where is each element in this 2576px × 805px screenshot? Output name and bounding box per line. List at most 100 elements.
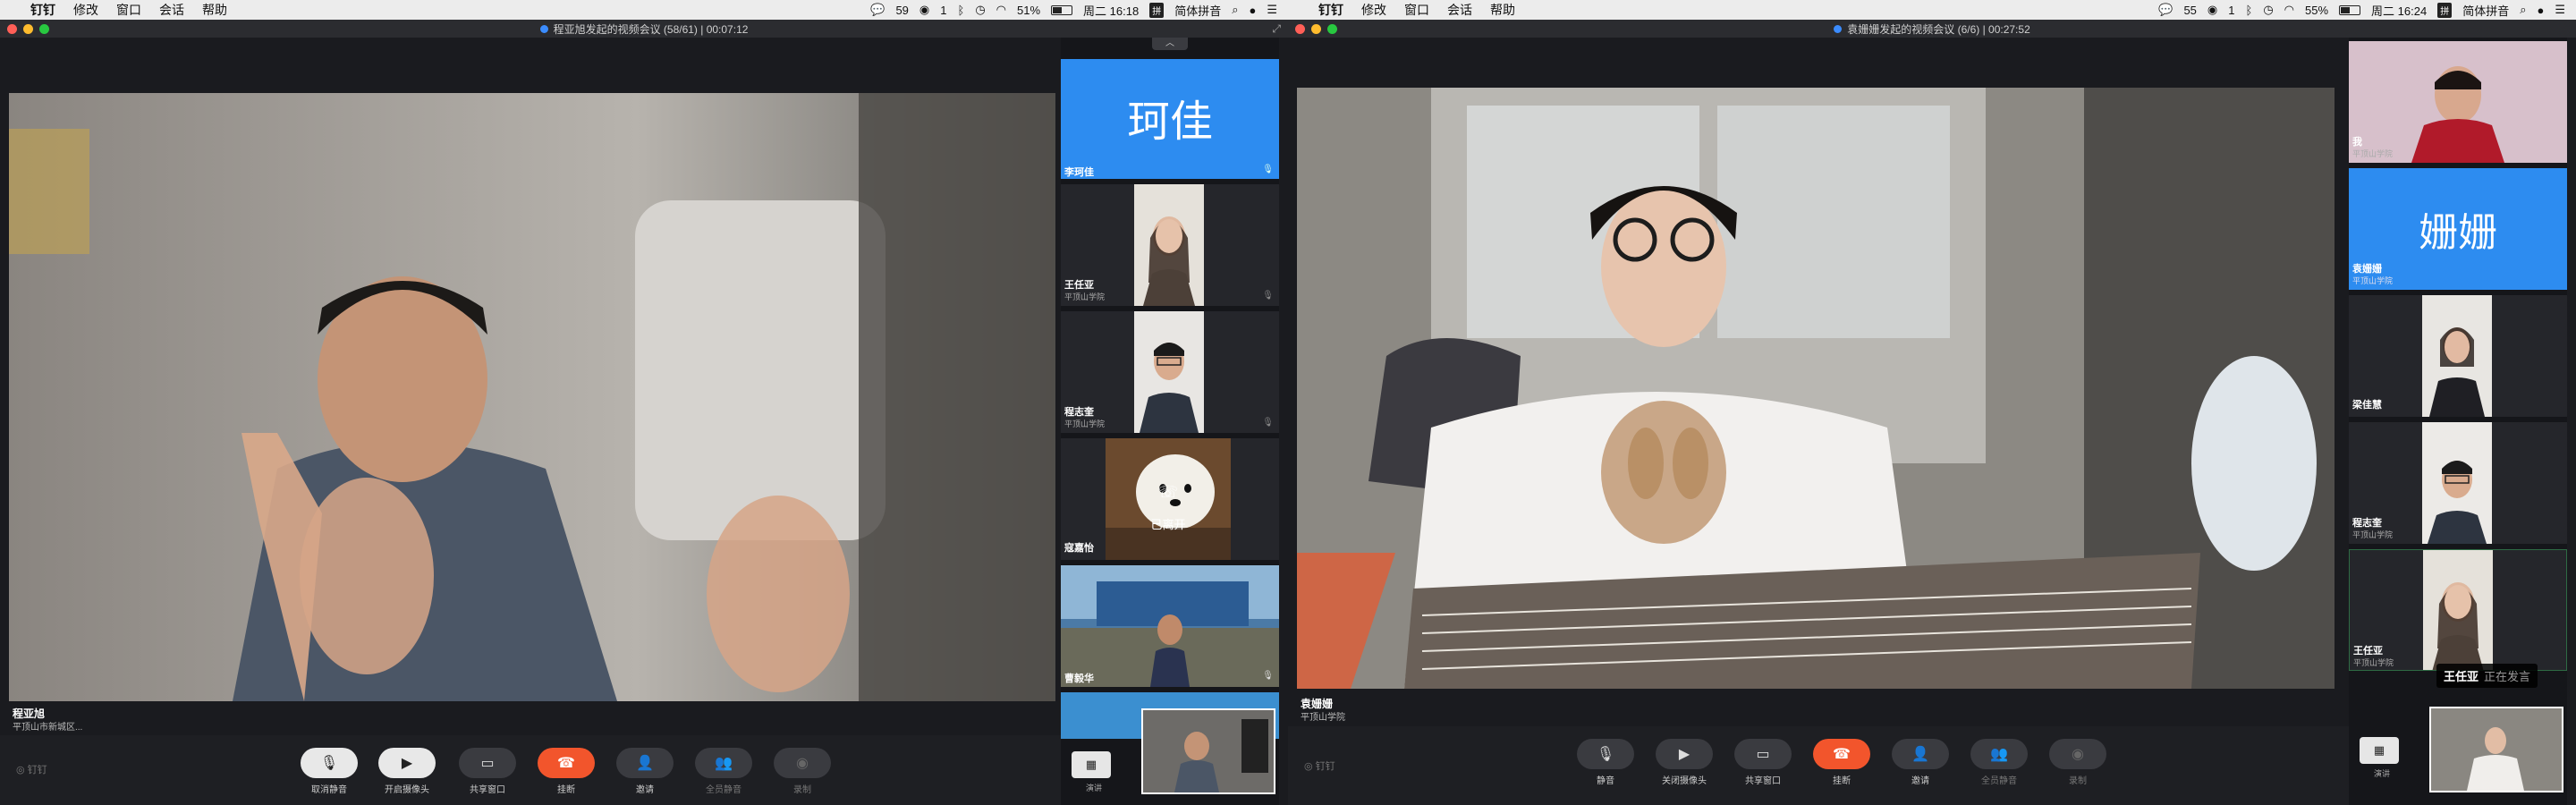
participant-tile[interactable]: 梁佳慧	[2349, 295, 2567, 417]
mute-all-button[interactable]: 👥 全员静音	[692, 748, 755, 795]
datetime[interactable]: 周二 16:18	[1083, 2, 1139, 19]
participant-tile[interactable]: 珂佳 李珂佳 🎙	[1061, 59, 1279, 179]
participant-org: 平顶山学院	[2352, 530, 2394, 539]
battery-icon[interactable]	[1051, 4, 1073, 15]
menu-edit[interactable]: 修改	[73, 1, 98, 19]
invite-button[interactable]: 👤 邀请	[614, 748, 676, 795]
record-button[interactable]: ◉ 录制	[2046, 739, 2109, 786]
dingtalk-logo: ◎ 钉钉	[16, 765, 47, 775]
ime-icon[interactable]: 拼	[1149, 2, 1165, 18]
participant-video	[2349, 41, 2567, 163]
menu-chat[interactable]: 会话	[1447, 1, 1472, 19]
self-preview[interactable]	[1141, 708, 1275, 794]
hangup-button[interactable]: ☎ 挂断	[1810, 739, 1873, 786]
invite-button[interactable]: 👤 邀请	[1889, 739, 1952, 786]
notification-icon[interactable]: ◉	[2207, 3, 2217, 17]
ime-name[interactable]: 简体拼音	[1174, 2, 1221, 19]
siri-icon[interactable]: ●	[2537, 4, 2544, 17]
mute-all-button[interactable]: 👥 全员静音	[1968, 739, 2030, 786]
notification-icon[interactable]: ◉	[919, 3, 929, 17]
unmute-button[interactable]: 🎙 取消静音	[298, 748, 360, 795]
close-window-icon[interactable]	[1295, 24, 1305, 34]
fullscreen-icon[interactable]: ⤢	[1272, 22, 1281, 36]
participant-tile[interactable]: 我 平顶山学院	[2349, 41, 2567, 163]
invite-icon: 👤	[1892, 739, 1949, 769]
participant-tile[interactable]: 曹毅华 🎙	[1061, 565, 1279, 687]
menu-edit[interactable]: 修改	[1361, 1, 1386, 19]
bluetooth-icon[interactable]: ᛒ	[958, 4, 965, 17]
participant-tile[interactable]: 王任亚 平顶山学院	[2349, 549, 2567, 671]
layout-icon: ▦	[2373, 743, 2385, 757]
close-window-icon[interactable]	[7, 24, 17, 34]
menu-bar: 钉钉 修改 窗口 会话 帮助 💬 55 ◉ 1 ᛒ ◷ ◠ 55% 周二 16:…	[1288, 0, 2576, 20]
participant-tile[interactable]: 程志奎 平顶山学院 🎙	[1061, 311, 1279, 433]
share-window-button[interactable]: ▭ 共享窗口	[1732, 739, 1794, 786]
mute-all-icon: 👥	[695, 748, 752, 778]
battery-percent: 55%	[2305, 3, 2329, 17]
menu-app-name[interactable]: 钉钉	[1318, 1, 1343, 19]
hangup-button[interactable]: ☎ 挂断	[535, 748, 597, 795]
clock-icon[interactable]: ◷	[2263, 3, 2273, 17]
wechat-icon[interactable]: 💬	[870, 3, 885, 17]
avatar-text: 姗姗	[2419, 211, 2497, 255]
mute-label: 静音	[1597, 776, 1614, 786]
speaker-layout-button[interactable]: ▦	[2360, 737, 2399, 764]
siri-icon[interactable]: ●	[1249, 4, 1256, 17]
spotlight-icon[interactable]: ⌕	[1232, 3, 1238, 17]
participant-tile[interactable]: 王任亚 平顶山学院 🎙	[1061, 184, 1279, 306]
speaking-name: 王任亚	[2444, 670, 2479, 683]
ime-name[interactable]: 简体拼音	[2462, 2, 2509, 19]
left-screen: 钉钉 修改 窗口 会话 帮助 💬 59 ◉ 1 ᛒ ◷ ◠ 51% 周二 16:…	[0, 0, 1288, 805]
minimize-window-icon[interactable]	[1311, 24, 1321, 34]
camera-icon: ▶	[378, 748, 436, 778]
participant-tile[interactable]: ☏ 已离开 寇嘉怡	[1061, 438, 1279, 560]
menu-bar: 钉钉 修改 窗口 会话 帮助 💬 59 ◉ 1 ᛒ ◷ ◠ 51% 周二 16:…	[0, 0, 1288, 20]
camera-label: 关闭摄像头	[1662, 776, 1707, 786]
participant-tile[interactable]: 程志奎 平顶山学院	[2349, 422, 2567, 544]
participant-sidebar: ︿ 珂佳 李珂佳 🎙 王任亚 平顶山学院 🎙 程志奎 平顶山学院 🎙 ☏ 已离开…	[1061, 38, 1279, 805]
speaking-indicator: 王任亚 正在发言	[2436, 664, 2538, 688]
main-video[interactable]: 程亚旭	[9, 93, 1055, 701]
participant-name: 王任亚	[2353, 646, 2383, 657]
wifi-icon[interactable]: ◠	[2284, 3, 2294, 17]
record-icon: ◉	[774, 748, 831, 778]
control-center-icon[interactable]: ☰	[1267, 3, 1277, 17]
participant-tile[interactable]: 姗姗 袁姗姗 平顶山学院	[2349, 168, 2567, 290]
invite-label: 邀请	[1911, 776, 1929, 786]
menu-help[interactable]: 帮助	[202, 1, 227, 19]
menu-chat[interactable]: 会话	[159, 1, 184, 19]
minimize-window-icon[interactable]	[23, 24, 33, 34]
menu-help[interactable]: 帮助	[1490, 1, 1515, 19]
zoom-window-icon[interactable]	[1327, 24, 1337, 34]
mute-button[interactable]: 🎙 静音	[1574, 739, 1637, 786]
menu-window[interactable]: 窗口	[116, 1, 141, 19]
ime-icon[interactable]: 拼	[2437, 2, 2453, 18]
control-center-icon[interactable]: ☰	[2555, 3, 2565, 17]
clock-icon[interactable]: ◷	[975, 3, 985, 17]
collapse-up-icon[interactable]: ︿	[1152, 38, 1188, 50]
camera-off-button[interactable]: ▶ 关闭摄像头	[1653, 739, 1716, 786]
main-video[interactable]	[1297, 88, 2334, 689]
menu-window[interactable]: 窗口	[1404, 1, 1429, 19]
self-preview[interactable]	[2429, 707, 2563, 792]
mic-icon: 🎙	[1262, 671, 1274, 681]
datetime[interactable]: 周二 16:24	[2371, 2, 2427, 19]
bluetooth-icon[interactable]: ᛒ	[2246, 4, 2253, 17]
battery-icon[interactable]	[2339, 4, 2361, 15]
wifi-icon[interactable]: ◠	[996, 3, 1006, 17]
zoom-window-icon[interactable]	[39, 24, 49, 34]
participant-video	[1134, 311, 1204, 433]
spotlight-icon[interactable]: ⌕	[2520, 3, 2526, 17]
right-screen: 钉钉 修改 窗口 会话 帮助 💬 55 ◉ 1 ᛒ ◷ ◠ 55% 周二 16:…	[1288, 0, 2576, 805]
menu-app-name[interactable]: 钉钉	[30, 1, 55, 19]
invite-icon: 👤	[616, 748, 674, 778]
wechat-icon[interactable]: 💬	[2158, 3, 2173, 17]
speaker-layout-button[interactable]: ▦	[1072, 751, 1111, 778]
speaker-video-frame	[9, 93, 1055, 701]
status-area: 💬 59 ◉ 1 ᛒ ◷ ◠ 51% 周二 16:18 拼 简体拼音 ⌕ ● ☰	[870, 2, 1288, 19]
camera-on-button[interactable]: ▶ 开启摄像头	[376, 748, 438, 795]
record-button[interactable]: ◉ 录制	[771, 748, 834, 795]
window-title: 程亚旭发起的视频会议 (58/61) | 00:07:12	[553, 22, 749, 36]
dingtalk-logo-text: 钉钉	[27, 765, 47, 775]
share-window-button[interactable]: ▭ 共享窗口	[456, 748, 519, 795]
